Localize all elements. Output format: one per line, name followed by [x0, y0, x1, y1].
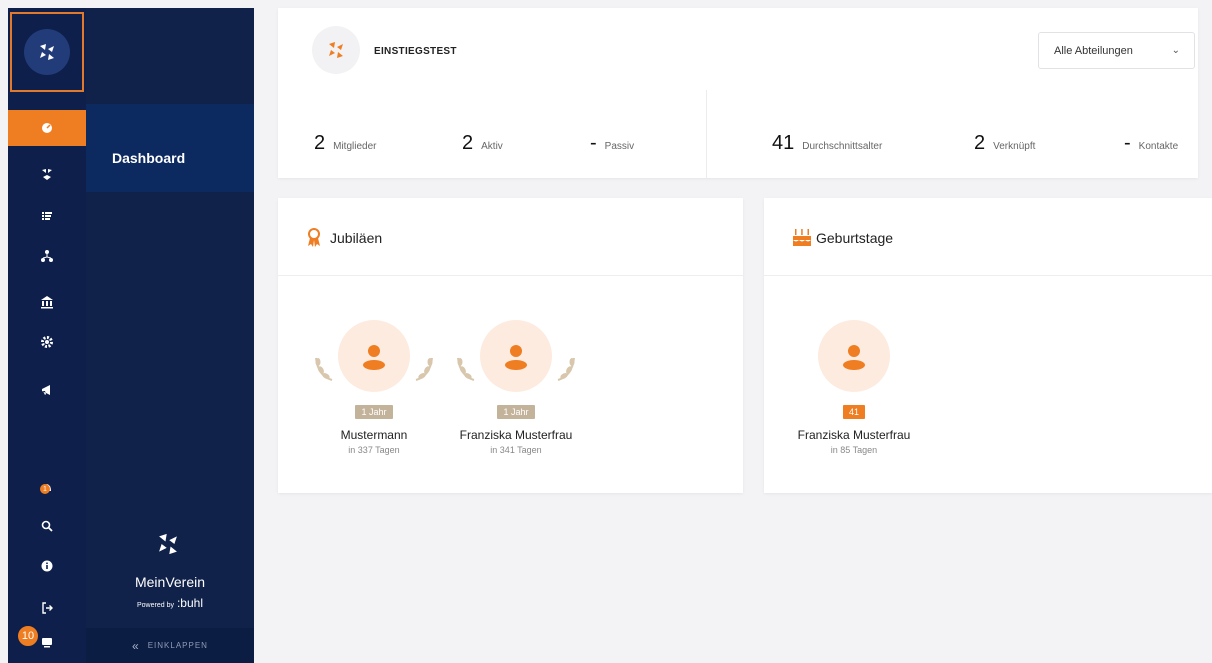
birthdays-card: Geburtstage 41 Franziska Musterfrau in 8… [764, 198, 1212, 493]
support-count-badge: 10 [16, 624, 40, 648]
person-due: in 341 Tagen [490, 445, 542, 455]
main-content: EINSTIEGSTEST Alle Abteilungen ⌄ 2 Mitgl… [254, 8, 1212, 663]
person-name: Franziska Musterfrau [459, 428, 573, 442]
stat-label: Mitglieder [333, 141, 377, 152]
rail-info-icon[interactable] [8, 548, 86, 584]
brand-name: MeinVerein [134, 574, 206, 590]
stat-value: - [590, 132, 597, 154]
rail-dashboard-icon[interactable] [8, 110, 86, 146]
laurel-right-icon [557, 357, 575, 381]
stat-label: Passiv [604, 141, 635, 152]
chevron-down-icon: ⌄ [1171, 45, 1180, 56]
rail-bank-icon[interactable] [8, 284, 86, 320]
stat-label: Aktiv [481, 141, 503, 152]
user-avatar-icon [818, 320, 890, 392]
birthday-person[interactable]: 41 Franziska Musterfrau in 85 Tagen [774, 320, 934, 455]
club-overview-card: EINSTIEGSTEST Alle Abteilungen ⌄ 2 Mitgl… [278, 8, 1198, 178]
laurel-right-icon [415, 357, 433, 381]
user-avatar-icon [480, 320, 552, 392]
menu-item-dashboard[interactable] [86, 104, 254, 192]
stat-label: Durchschnittsalter [802, 141, 883, 152]
stat-label: Verknüpft [993, 141, 1036, 152]
card-header: Geburtstage [764, 198, 1212, 276]
stat-value: 2 [314, 132, 326, 154]
menu-panel: Dashboard MeinVerein Powered by:buhl « E… [86, 8, 254, 663]
rail-megaphone-icon[interactable] [8, 372, 86, 408]
birthday-cake-icon [792, 228, 812, 253]
department-select-value: Alle Abteilungen [1054, 44, 1133, 57]
card-header: Jubiläen [278, 198, 743, 276]
stat-average-age: 41 Durchschnittsalter [772, 132, 882, 155]
powered-by-text: Powered by [137, 602, 174, 609]
brand-powered: Powered by:buhl [86, 596, 254, 610]
person-name: Franziska Musterfrau [797, 428, 911, 442]
app-logo-icon [24, 29, 70, 75]
laurel-left-icon [457, 357, 475, 381]
stat-label: Kontakte [1138, 141, 1179, 152]
powered-brand: :buhl [176, 596, 203, 610]
jubilee-person[interactable]: 1 Jahr Franziska Musterfrau in 341 Tagen [436, 320, 596, 455]
stat-value: 2 [974, 132, 986, 154]
person-due: in 85 Tagen [830, 445, 878, 455]
icon-rail: 1 10 [8, 8, 86, 663]
department-select[interactable]: Alle Abteilungen ⌄ [1038, 32, 1195, 69]
laurel-left-icon [315, 357, 333, 381]
app-logo-button[interactable] [10, 12, 84, 92]
notification-badge: 1 [40, 484, 50, 494]
club-logo-icon [312, 26, 360, 74]
user-avatar-icon [338, 320, 410, 392]
stat-linked: 2 Verknüpft [974, 132, 1035, 155]
rail-logout-icon[interactable] [8, 590, 86, 626]
stats-divider [706, 90, 707, 178]
stat-value: - [1124, 132, 1131, 154]
age-badge: 41 [842, 405, 865, 419]
rail-gear-icon[interactable] [8, 324, 86, 360]
jubilee-person[interactable]: 1 Jahr Mustermann in 337 Tagen [294, 320, 454, 455]
stat-active: 2 Aktiv [462, 132, 503, 155]
menu-item-dashboard-label[interactable]: Dashboard [112, 150, 185, 166]
stat-passive: - Passiv [590, 132, 634, 155]
collapse-button[interactable]: « EINKLAPPEN [86, 628, 254, 663]
stat-value: 2 [462, 132, 474, 154]
person-due: in 337 Tagen [348, 445, 400, 455]
award-icon [306, 228, 322, 253]
stat-value: 41 [772, 132, 795, 154]
person-name: Mustermann [340, 428, 408, 442]
brand-logo-icon [154, 530, 182, 563]
card-title: Jubiläen [330, 230, 383, 246]
jubilee-badge: 1 Jahr [497, 405, 535, 419]
stat-members: 2 Mitglieder [314, 132, 376, 155]
rail-list-icon[interactable] [8, 198, 86, 234]
card-title: Geburtstage [816, 230, 894, 246]
double-chevron-left-icon: « [132, 638, 140, 653]
jubilee-badge: 1 Jahr [355, 405, 393, 419]
collapse-label: EINKLAPPEN [147, 641, 208, 650]
rail-structure-icon[interactable] [8, 238, 86, 274]
rail-search-icon[interactable] [8, 508, 86, 544]
stat-contacts: - Kontakte [1124, 132, 1178, 155]
rail-members-icon[interactable] [8, 156, 86, 192]
jubilees-card: Jubiläen 1 Jahr Mustermann in 337 Tagen [278, 198, 743, 493]
club-name: EINSTIEGSTEST [374, 46, 457, 57]
